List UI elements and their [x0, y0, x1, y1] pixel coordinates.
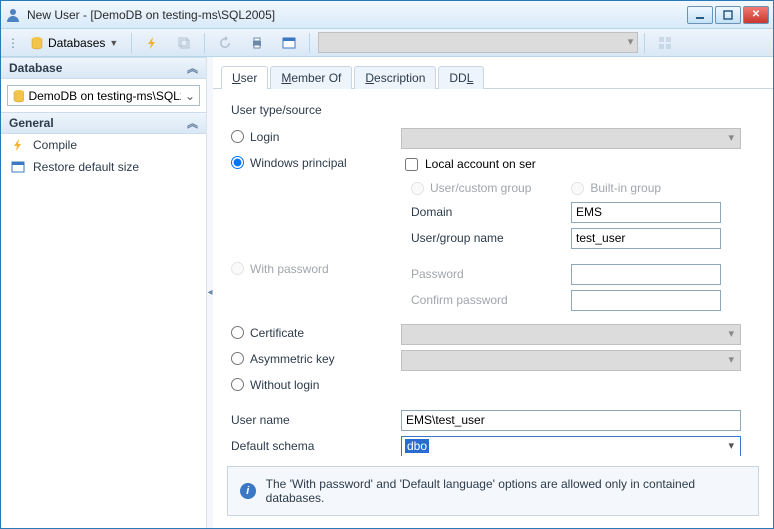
window-restore-icon: [11, 160, 25, 174]
user-name-field[interactable]: [401, 410, 741, 431]
titlebar: New User - [DemoDB on testing-ms\SQL2005…: [1, 1, 773, 29]
toolbar-grip-icon: ⋮: [7, 36, 19, 50]
form-area: User type/source Login Windows principal…: [213, 89, 773, 456]
database-selector[interactable]: DemoDB on testing-ms\SQL200 ⌄: [7, 85, 200, 106]
copy-button[interactable]: [170, 32, 198, 54]
refresh-button[interactable]: [211, 32, 239, 54]
databases-dropdown-button[interactable]: Databases ▼: [23, 32, 125, 54]
info-text: The 'With password' and 'Default languag…: [266, 477, 746, 505]
refresh-icon: [218, 36, 232, 50]
tabstrip: User Member Of Description DDL: [213, 65, 773, 89]
options-button[interactable]: [275, 32, 303, 54]
default-schema-combo[interactable]: dbo: [401, 436, 741, 457]
sidebar-item-restore-size[interactable]: Restore default size: [1, 156, 206, 178]
sidebar-item-label: Restore default size: [33, 160, 139, 174]
radio-login[interactable]: Login: [231, 130, 279, 144]
lightning-icon: [11, 138, 25, 152]
chevron-down-icon: ▼: [109, 38, 118, 48]
tab-ddl[interactable]: DDL: [438, 66, 484, 89]
main-panel: User Member Of Description DDL User type…: [213, 57, 773, 528]
domain-field[interactable]: [571, 202, 721, 223]
panel-header-database[interactable]: Database ︽: [1, 57, 206, 79]
database-icon: [30, 36, 44, 50]
asymmetric-key-combo[interactable]: [401, 350, 741, 371]
certificate-combo[interactable]: [401, 324, 741, 345]
section-label: User type/source: [231, 103, 755, 117]
radio-asymmetric-key[interactable]: Asymmetric key: [231, 352, 335, 366]
lightning-icon: [145, 36, 159, 50]
database-selector-text: DemoDB on testing-ms\SQL200: [28, 89, 180, 103]
panel-header-general[interactable]: General ︽: [1, 112, 206, 134]
label-default-schema: Default schema: [231, 439, 401, 453]
databases-label: Databases: [48, 36, 105, 50]
label-password: Password: [411, 267, 571, 281]
radio-built-in-group: Built-in group: [571, 181, 661, 195]
grid-button[interactable]: [651, 32, 679, 54]
login-combo[interactable]: [401, 128, 741, 149]
compile-button[interactable]: [138, 32, 166, 54]
password-field[interactable]: [571, 264, 721, 285]
sidebar-item-label: Compile: [33, 138, 77, 152]
radio-windows-principal[interactable]: Windows principal: [231, 156, 347, 170]
label-usergroup: User/group name: [411, 231, 571, 245]
label-confirm-password: Confirm password: [411, 293, 571, 307]
info-icon: i: [240, 483, 256, 499]
minimize-button[interactable]: [687, 6, 713, 24]
confirm-password-field[interactable]: [571, 290, 721, 311]
tab-description[interactable]: Description: [354, 66, 436, 89]
label-domain: Domain: [411, 205, 571, 219]
app-window: New User - [DemoDB on testing-ms\SQL2005…: [0, 0, 774, 529]
toolbar-combo[interactable]: [318, 32, 638, 53]
toolbar: ⋮ Databases ▼: [1, 29, 773, 57]
maximize-button[interactable]: [715, 6, 741, 24]
database-icon: [12, 89, 24, 103]
printer-icon: [250, 36, 264, 50]
print-button[interactable]: [243, 32, 271, 54]
toolbar-separator: [204, 33, 205, 53]
label-user-name: User name: [231, 413, 401, 427]
radio-without-login[interactable]: Without login: [231, 378, 319, 392]
sidebar-item-compile[interactable]: Compile: [1, 134, 206, 156]
window-icon: [282, 36, 296, 50]
info-bar: i The 'With password' and 'Default langu…: [227, 466, 759, 516]
tab-user[interactable]: User: [221, 66, 268, 89]
tab-member-of[interactable]: Member Of: [270, 66, 352, 89]
chevron-left-icon: ◂: [207, 287, 212, 298]
usergroup-field[interactable]: [571, 228, 721, 249]
toolbar-separator: [309, 33, 310, 53]
toolbar-separator: [644, 33, 645, 53]
radio-certificate[interactable]: Certificate: [231, 326, 304, 340]
chevron-down-icon: ⌄: [185, 89, 195, 103]
chevron-up-icon: ︽: [187, 60, 198, 76]
toolbar-separator: [131, 33, 132, 53]
window-title: New User - [DemoDB on testing-ms\SQL2005…: [27, 8, 687, 22]
sidebar: Database ︽ DemoDB on testing-ms\SQL200 ⌄…: [1, 57, 207, 528]
checkbox-local-account[interactable]: Local account on ser: [401, 155, 536, 174]
user-icon: [5, 7, 21, 23]
radio-with-password: With password: [231, 262, 329, 276]
radio-user-custom-group: User/custom group: [411, 181, 531, 195]
chevron-up-icon: ︽: [187, 115, 198, 131]
close-button[interactable]: ✕: [743, 6, 769, 24]
